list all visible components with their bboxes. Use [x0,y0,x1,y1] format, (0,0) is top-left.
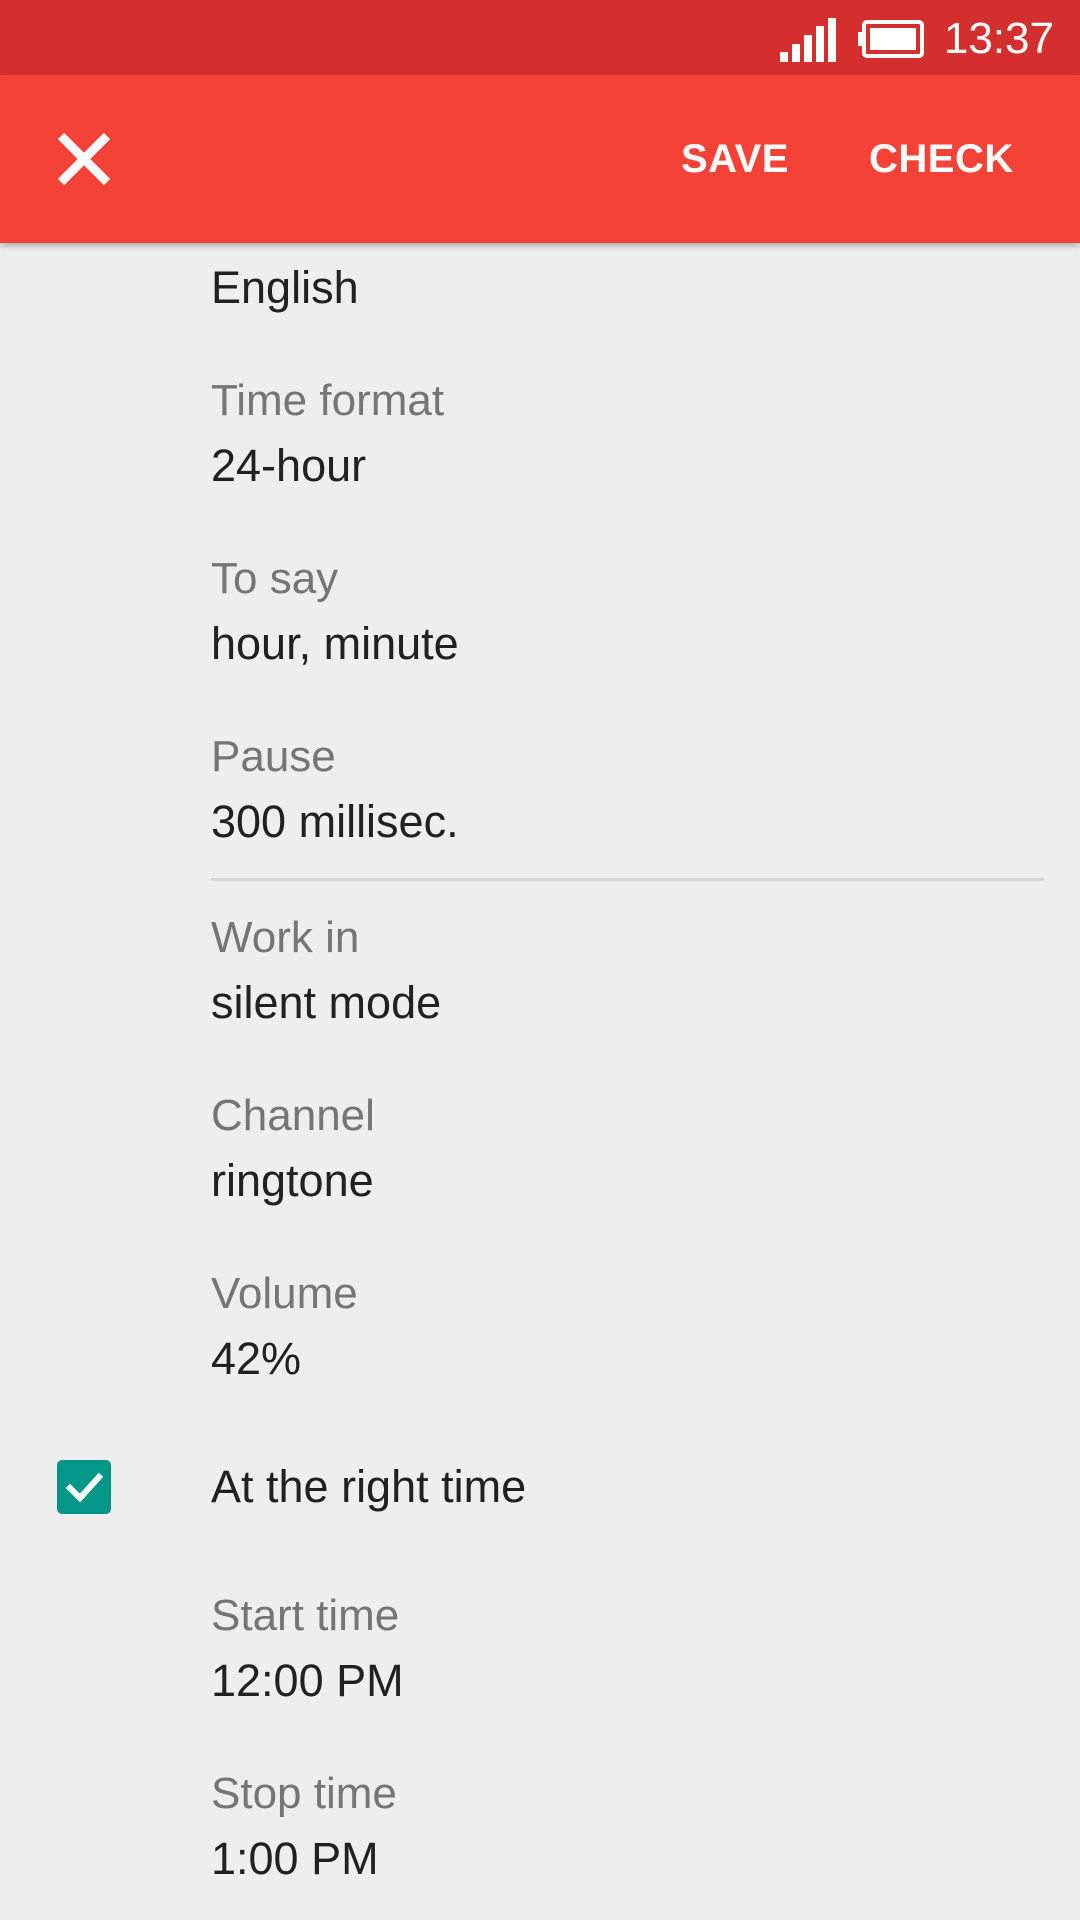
work-in-label[interactable]: Work in [211,911,359,965]
stop-time-label[interactable]: Stop time [211,1767,397,1821]
status-bar: 13:37 [0,0,1080,75]
work-in-value[interactable]: silent mode [211,976,441,1030]
at-right-time-checkbox[interactable] [57,1460,111,1514]
channel-label[interactable]: Channel [211,1089,375,1143]
stop-time-value[interactable]: 1:00 PM [211,1832,379,1886]
volume-value[interactable]: 42% [211,1332,301,1386]
start-time-value[interactable]: 12:00 PM [211,1654,404,1708]
channel-value[interactable]: ringtone [211,1154,374,1208]
pause-label[interactable]: Pause [211,730,336,784]
battery-icon [858,20,924,58]
status-time: 13:37 [943,14,1054,63]
time-format-label[interactable]: Time format [211,374,444,428]
check-button[interactable]: CHECK [869,127,1014,191]
signal-icon [780,18,836,62]
close-icon [57,132,111,186]
to-say-label[interactable]: To say [211,552,338,606]
divider [211,878,1044,881]
settings-list: English Time format 24-hour To say hour,… [0,243,1080,1920]
to-say-value[interactable]: hour, minute [211,617,459,671]
volume-label[interactable]: Volume [211,1267,358,1321]
close-button[interactable] [40,115,128,203]
start-time-label[interactable]: Start time [211,1589,399,1643]
language-value[interactable]: English [211,261,359,315]
pause-value[interactable]: 300 millisec. [211,795,459,849]
app-bar: SAVE CHECK [0,75,1080,243]
save-button[interactable]: SAVE [681,127,789,191]
check-icon [65,1472,104,1503]
time-format-value[interactable]: 24-hour [211,439,366,493]
at-right-time-label[interactable]: At the right time [211,1460,526,1514]
